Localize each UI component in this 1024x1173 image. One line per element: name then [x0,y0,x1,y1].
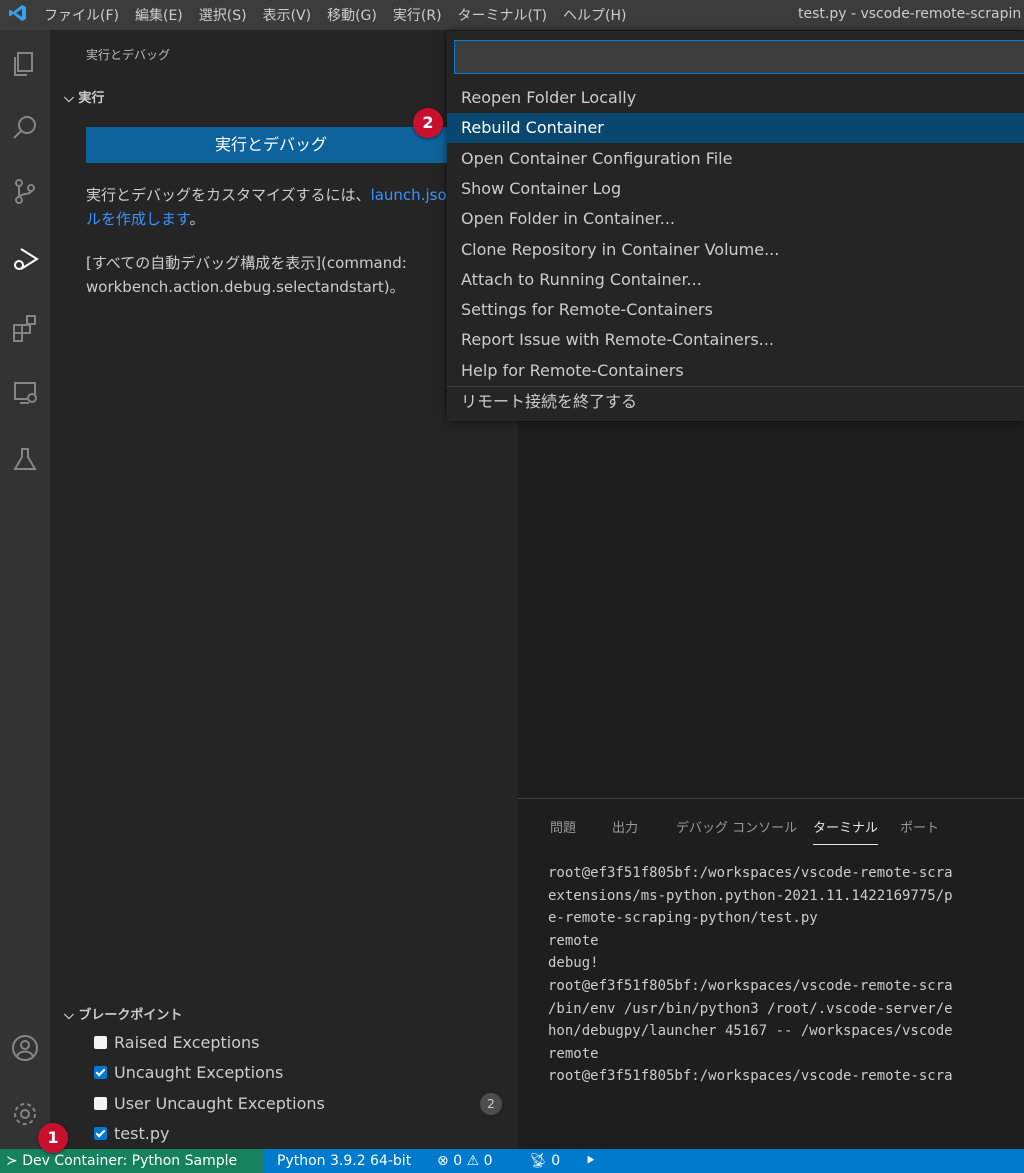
tab-debug-console[interactable]: デバッグ コンソール [676,817,797,836]
status-bar: ≻ Dev Container: Python Sample Python 3.… [0,1149,1024,1173]
terminal-line: extensions/ms-python.python-2021.11.1422… [548,887,953,904]
quick-pick-item[interactable]: Settings for Remote-Containers [447,295,1024,325]
checkbox[interactable] [94,1066,107,1079]
remote-icon: ≻ [6,1153,23,1169]
quick-pick-item[interactable]: Open Folder in Container... [447,204,1024,234]
sidebar-title: 実行とデバッグ [86,48,171,62]
extensions-icon[interactable] [7,310,43,346]
run-and-debug-button[interactable]: 実行とデバッグ [86,127,456,163]
terminal-output[interactable]: root@ef3f51f805bf:/workspaces/vscode-rem… [548,862,953,1088]
remote-indicator[interactable]: ≻ Dev Container: Python Sample [0,1149,264,1173]
ports-indicator[interactable]: 📡︎ 0 [529,1149,560,1173]
menu-terminal[interactable]: ターミナル(T) [450,5,555,25]
chevron-down-icon: ⌵ [64,1008,79,1023]
menu-go[interactable]: 移動(G) [319,5,385,25]
breakpoints-section-label: ブレークポイント [78,1008,183,1023]
quick-pick-item[interactable]: Show Container Log [447,174,1024,204]
run-debug-icon[interactable] [7,241,43,277]
checkbox[interactable] [94,1097,107,1110]
breakpoint-user-uncaught-exceptions[interactable]: User Uncaught Exceptions [94,1094,325,1113]
account-icon[interactable] [7,1030,43,1066]
quick-pick-input[interactable] [454,40,1024,74]
debug-launch-icon[interactable]: ⯈ [585,1149,596,1173]
breakpoint-uncaught-exceptions[interactable]: Uncaught Exceptions [94,1063,283,1082]
menu-view[interactable]: 表示(V) [255,5,320,25]
breakpoint-count-badge: 2 [480,1093,502,1115]
menu-run[interactable]: 実行(R) [385,5,450,25]
search-icon[interactable] [7,110,43,146]
title-bar: ファイル(F) 編集(E) 選択(S) 表示(V) 移動(G) 実行(R) ター… [0,0,1024,30]
quick-pick-item[interactable]: Help for Remote-Containers [447,356,1024,386]
remote-explorer-icon[interactable] [7,375,43,411]
terminal-line: hon/debugpy/launcher 45167 -- /workspace… [548,1023,953,1040]
quick-pick-item[interactable]: リモート接続を終了する [447,386,1024,416]
window-title: test.py - vscode-remote-scrapin [798,6,1022,22]
python-interpreter[interactable]: Python 3.9.2 64-bit [277,1149,411,1173]
chevron-down-icon: ⌵ [64,91,79,106]
breakpoint-test-py[interactable]: test.py [94,1124,169,1143]
error-icon: ⊗ [437,1153,449,1169]
tab-output[interactable]: 出力 [612,817,638,836]
explorer-icon[interactable] [7,45,43,81]
show-all-configs-text: [すべての自動デバッグ構成を表示](command: workbench.act… [86,254,407,296]
testing-icon[interactable] [7,441,43,477]
terminal-line: /bin/env /usr/bin/python3 /root/.vscode-… [548,1000,953,1017]
bottom-panel: 問題 出力 デバッグ コンソール ターミナル ポート root@ef3f51f8… [518,798,1024,1150]
terminal-line: debug! [548,955,599,972]
launch-json-link[interactable]: launch.json [371,186,457,204]
breakpoint-raised-exceptions[interactable]: Raised Exceptions [94,1033,260,1052]
terminal-line: root@ef3f51f805bf:/workspaces/vscode-rem… [548,865,953,881]
tab-problems[interactable]: 問題 [550,817,576,836]
run-section-header[interactable]: ⌵ 実行 [64,87,104,106]
command-quick-pick: Reopen Folder Locally Rebuild Container … [447,31,1024,421]
source-control-icon[interactable] [7,173,43,209]
breakpoints-section-header[interactable]: ⌵ ブレークポイント [64,1004,182,1023]
run-section-label: 実行 [78,91,105,106]
quick-pick-item[interactable]: Attach to Running Container... [447,265,1024,295]
menu-help[interactable]: ヘルプ(H) [555,5,634,25]
activity-bar [0,30,50,1149]
terminal-line: root@ef3f51f805bf:/workspaces/vscode-rem… [548,977,953,994]
vscode-logo-icon [0,3,36,27]
annotation-badge: 1 [38,1123,68,1153]
checkbox[interactable] [94,1127,107,1140]
quick-pick-item-selected[interactable]: Rebuild Container [447,113,1024,143]
quick-pick-item[interactable]: Reopen Folder Locally [447,83,1024,113]
terminal-line: root@ef3f51f805bf:/workspaces/vscode-rem… [548,1068,953,1085]
warning-icon: ⚠ [466,1153,480,1169]
terminal-line: remote [548,932,599,949]
terminal-line: e-remote-scraping-python/test.py [548,910,818,927]
menu-edit[interactable]: 編集(E) [127,5,191,25]
problems-indicator[interactable]: ⊗ 0 ⚠ 0 [437,1149,493,1173]
quick-pick-item[interactable]: Clone Repository in Container Volume... [447,235,1024,265]
antenna-icon: 📡︎ [529,1153,547,1169]
annotation-badge: 2 [413,108,443,138]
terminal-line: remote [548,1045,599,1062]
checkbox[interactable] [94,1036,107,1049]
tab-ports[interactable]: ポート [900,817,939,836]
create-file-link[interactable]: ルを作成します [86,210,190,228]
quick-pick-item[interactable]: Open Container Configuration File [447,144,1024,174]
customize-text: 実行とデバッグをカスタマイズするには、launch.json ルを作成します。 [86,186,457,228]
menu-file[interactable]: ファイル(F) [36,5,127,25]
tab-terminal[interactable]: ターミナル [813,817,879,845]
menu-selection[interactable]: 選択(S) [191,5,255,25]
settings-gear-icon[interactable] [7,1096,43,1132]
quick-pick-item[interactable]: Report Issue with Remote-Containers... [447,325,1024,355]
